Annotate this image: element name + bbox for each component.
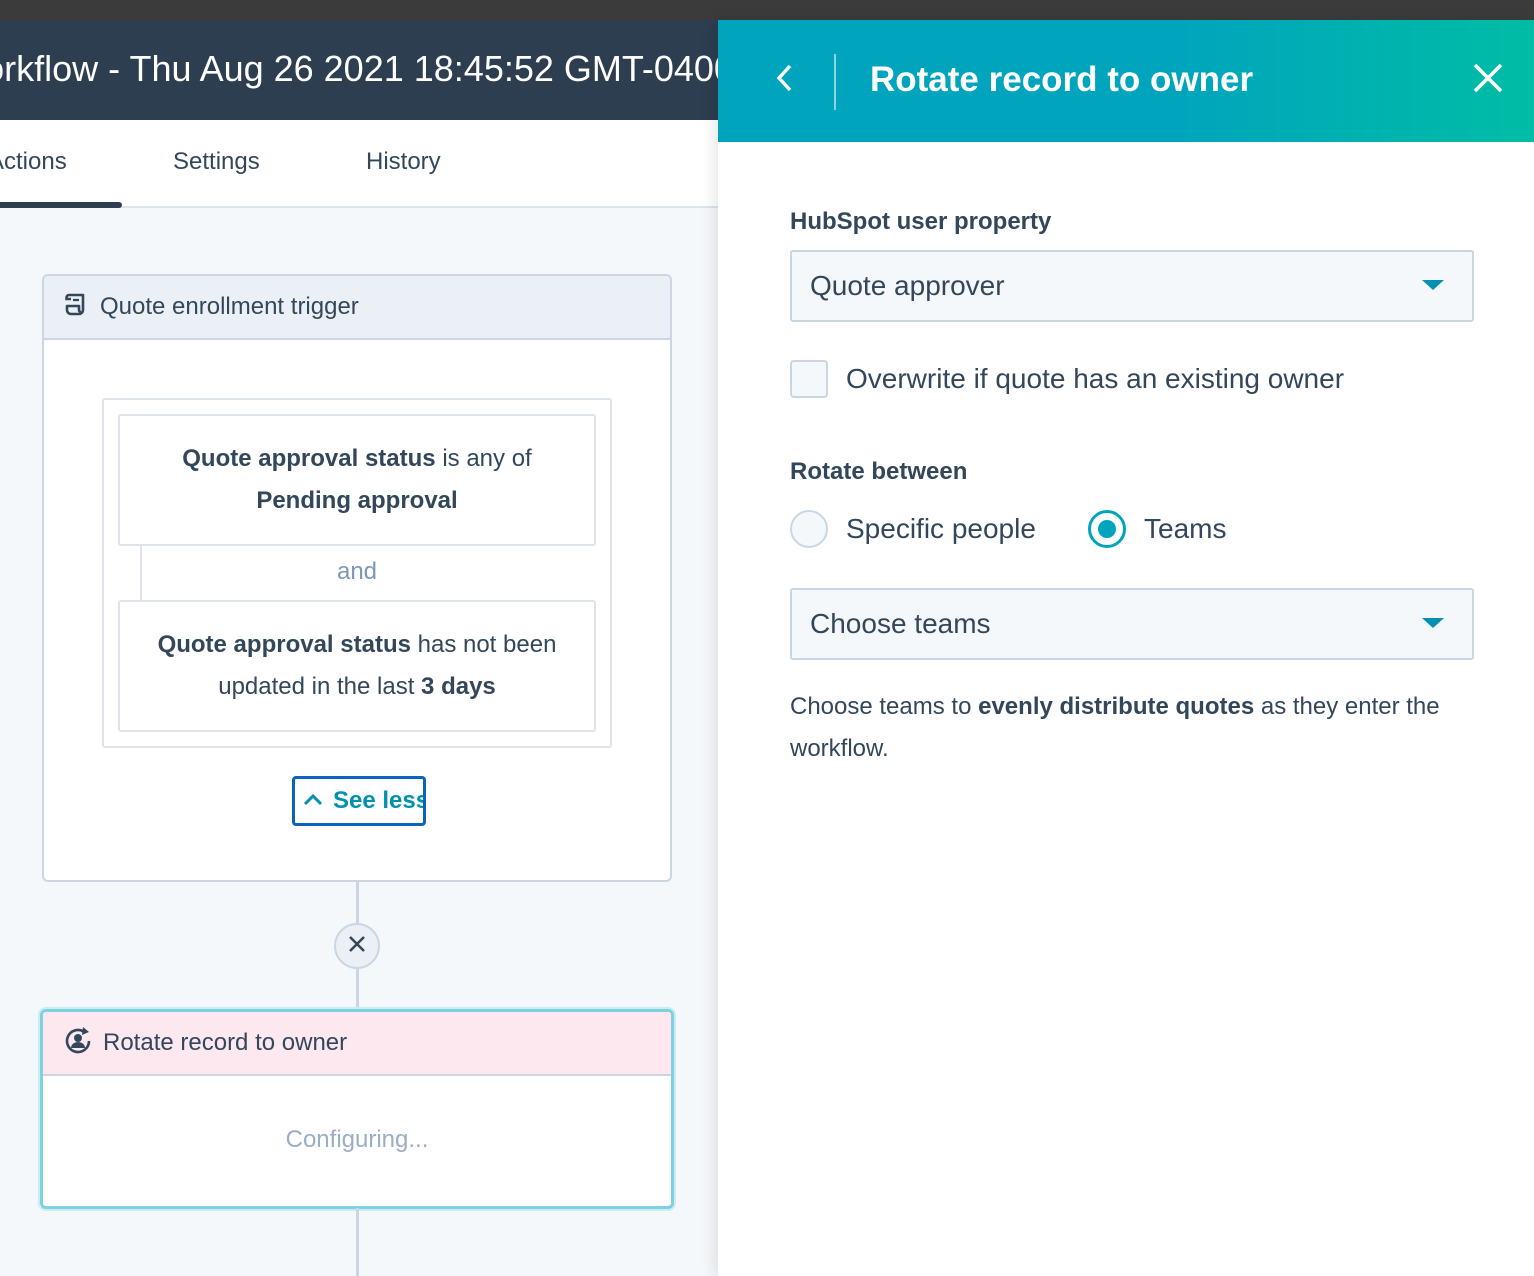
overwrite-label[interactable]: Overwrite if quote has an existing owner bbox=[846, 363, 1344, 395]
filter-condition-1[interactable]: Quote approval status is any of Pending … bbox=[118, 414, 596, 546]
close-panel-button[interactable] bbox=[1468, 60, 1508, 100]
choose-teams-dropdown[interactable]: Choose teams bbox=[790, 588, 1474, 660]
radio-option-teams[interactable]: Teams bbox=[1088, 510, 1226, 548]
teams-help-text: Choose teams to evenly distribute quotes… bbox=[790, 686, 1490, 770]
filter-group: Quote approval status is any of Pending … bbox=[102, 398, 612, 748]
action-status: Configuring... bbox=[285, 1126, 429, 1153]
rotate-between-label: Rotate between bbox=[790, 458, 968, 485]
delete-action-button[interactable] bbox=[334, 923, 380, 969]
user-property-label: HubSpot user property bbox=[790, 208, 1052, 235]
user-property-dropdown[interactable]: Quote approver bbox=[790, 250, 1474, 322]
see-less-button[interactable]: See less bbox=[292, 776, 426, 826]
teams-label[interactable]: Teams bbox=[1144, 513, 1226, 545]
panel-title: Rotate record to owner bbox=[870, 60, 1254, 99]
tab-history[interactable]: History bbox=[366, 148, 441, 176]
window-top-strip bbox=[0, 0, 1534, 20]
back-button[interactable] bbox=[764, 60, 804, 100]
filter-1-property: Quote approval status bbox=[182, 445, 436, 472]
caret-down-icon bbox=[1422, 280, 1444, 290]
help-text-start: Choose teams to bbox=[790, 693, 972, 720]
help-text-emphasis: evenly distribute quotes bbox=[978, 693, 1255, 720]
rotate-user-icon bbox=[63, 1026, 93, 1061]
tab-actions[interactable]: Actions bbox=[0, 148, 67, 176]
filter-2-property: Quote approval status bbox=[157, 631, 411, 658]
chevron-up-icon bbox=[303, 792, 323, 811]
action-config-panel: Rotate record to owner HubSpot user prop… bbox=[718, 20, 1534, 1276]
see-less-label: See less bbox=[333, 787, 426, 814]
teams-radio[interactable] bbox=[1088, 510, 1126, 548]
specific-people-label[interactable]: Specific people bbox=[846, 513, 1036, 545]
connector-line bbox=[356, 1208, 359, 1276]
rotate-action-card[interactable]: Rotate record to owner Configuring... bbox=[40, 1009, 674, 1209]
workflow-title[interactable]: Quote-based workflow - Thu Aug 26 2021 1… bbox=[0, 48, 718, 90]
scroll-document-icon bbox=[64, 292, 90, 323]
action-card-header: Rotate record to owner bbox=[43, 1012, 671, 1076]
panel-header: Rotate record to owner bbox=[718, 20, 1534, 142]
and-label: and bbox=[336, 558, 378, 585]
choose-teams-placeholder: Choose teams bbox=[810, 608, 991, 639]
enrollment-trigger-card[interactable]: Quote enrollment trigger Quote approval … bbox=[42, 274, 672, 882]
chevron-left-icon bbox=[775, 63, 793, 98]
tab-settings[interactable]: Settings bbox=[173, 148, 260, 176]
filter-condition-2[interactable]: Quote approval status has not been updat… bbox=[118, 600, 596, 732]
user-property-value: Quote approver bbox=[810, 270, 1005, 301]
tab-bar: Actions Settings History bbox=[0, 120, 718, 208]
action-card-title: Rotate record to owner bbox=[103, 1029, 348, 1056]
filter-1-operator: is any of bbox=[442, 445, 532, 472]
radio-option-specific-people[interactable]: Specific people bbox=[790, 510, 1036, 548]
overwrite-option: Overwrite if quote has an existing owner bbox=[790, 360, 1344, 398]
specific-people-radio[interactable] bbox=[790, 510, 828, 548]
close-icon bbox=[347, 934, 367, 959]
workflow-header: Quote-based workflow - Thu Aug 26 2021 1… bbox=[0, 20, 718, 120]
header-divider bbox=[834, 54, 836, 110]
trigger-card-header: Quote enrollment trigger bbox=[44, 276, 670, 340]
filter-2-value: 3 days bbox=[421, 673, 496, 700]
close-icon bbox=[1472, 62, 1504, 99]
caret-down-icon bbox=[1422, 618, 1444, 628]
overwrite-checkbox[interactable] bbox=[790, 360, 828, 398]
trigger-card-title: Quote enrollment trigger bbox=[100, 293, 359, 320]
filter-1-value: Pending approval bbox=[256, 487, 458, 514]
